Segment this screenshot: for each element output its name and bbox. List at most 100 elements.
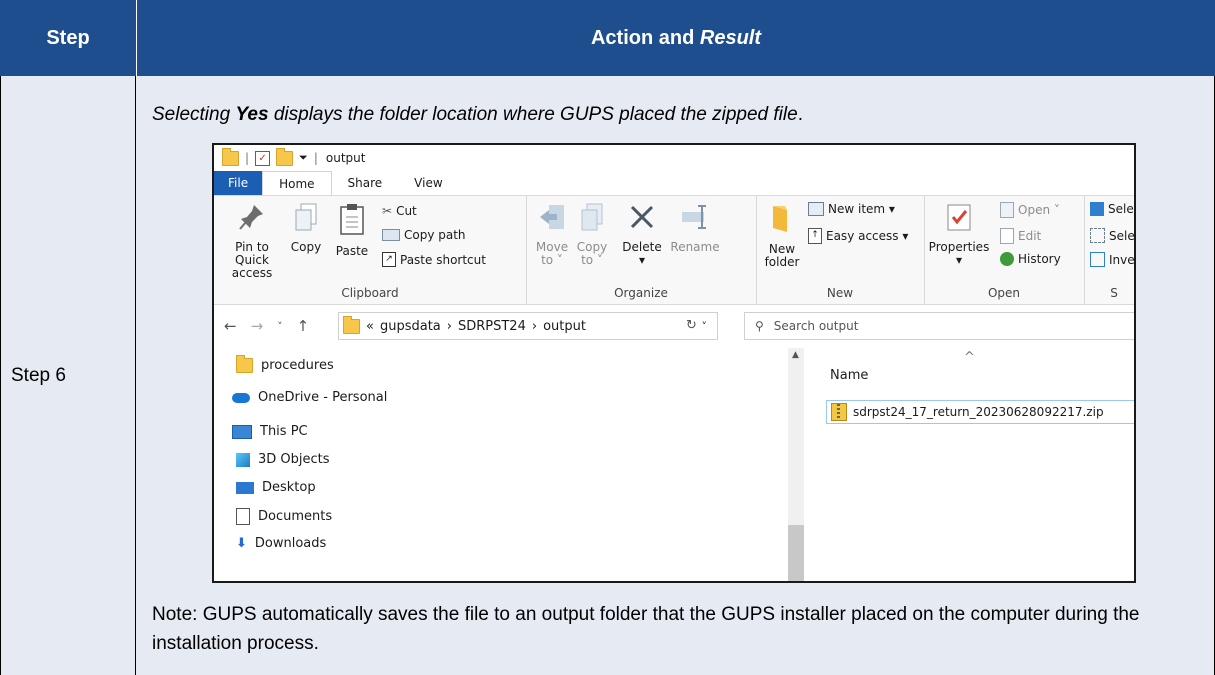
tab-share[interactable]: Share (332, 171, 399, 195)
tab-file[interactable]: File (214, 171, 263, 195)
nav-item-documents[interactable]: Documents (236, 508, 332, 525)
new-item-button[interactable]: New item ▾ (808, 202, 895, 216)
open-group-label: Open (987, 286, 1021, 300)
nav-item-onedrive[interactable]: OneDrive - Personal (232, 390, 387, 405)
separator: | (313, 151, 318, 165)
header-action-italic: Result (699, 26, 761, 49)
breadcrumb-chevron[interactable]: › (532, 319, 537, 334)
nav-label: Downloads (254, 536, 327, 551)
intro-before: Selecting (152, 104, 236, 125)
breadcrumb-output[interactable]: output (543, 319, 586, 334)
delete-button[interactable]: Delete ▾ (618, 202, 666, 267)
scroll-up-icon[interactable]: ▲ (792, 350, 799, 360)
history-label: History (1018, 252, 1061, 266)
paste-shortcut-button[interactable]: ↗ Paste shortcut (382, 252, 486, 267)
up-arrow-icon[interactable]: ↑ (297, 317, 310, 335)
new-folder-icon[interactable] (276, 147, 294, 166)
properties-check-icon[interactable]: ✓ (255, 150, 271, 166)
edit-button[interactable]: Edit (1000, 228, 1041, 244)
delete-x-icon (630, 205, 654, 229)
nav-label: Documents (258, 509, 333, 524)
desktop-icon (236, 481, 254, 494)
refresh-icon[interactable]: ↻ (686, 318, 697, 333)
file-explorer-window: | ✓ ⏷ | output File Home Share View Pin … (212, 143, 1136, 583)
folder-icon[interactable] (222, 147, 239, 166)
file-row[interactable]: sdrpst24_17_return_20230628092217.zip (826, 400, 1134, 424)
copy-to-button[interactable]: Copy to ˅ (574, 202, 610, 267)
cut-button[interactable]: ✂ Cut (382, 204, 417, 218)
properties-icon (947, 204, 971, 231)
nav-label: OneDrive - Personal (258, 390, 388, 405)
properties-button[interactable]: Properties ▾ (926, 202, 992, 267)
open-button[interactable]: Open ˅ (1000, 202, 1060, 218)
copy-button[interactable]: Copy (286, 202, 326, 254)
back-arrow-icon[interactable]: ← (224, 317, 237, 335)
invert-selection-label: Inve (1109, 252, 1135, 267)
documents-icon (236, 508, 250, 525)
pin-to-quick-access-button[interactable]: Pin to Quick access (220, 202, 284, 280)
organize-group-label: Organize (614, 286, 668, 300)
tab-view[interactable]: View (398, 171, 458, 195)
column-header-name[interactable]: Name (830, 368, 868, 383)
nav-item-procedures[interactable]: procedures (236, 355, 334, 373)
edit-icon (1000, 228, 1014, 244)
forward-arrow-icon[interactable]: → (251, 317, 264, 335)
cut-label: Cut (396, 204, 417, 218)
invert-selection-icon (1090, 252, 1105, 267)
select-all-icon (1090, 202, 1104, 216)
ribbon: Pin to Quick access Copy Paste ✂ Cut Cop… (214, 195, 1134, 305)
new-folder-button[interactable]: New folder (762, 202, 802, 269)
nav-scrollbar-thumb[interactable] (788, 525, 804, 581)
tab-home[interactable]: Home (262, 171, 332, 195)
paste-button[interactable]: Paste (330, 202, 374, 258)
nav-item-this-pc[interactable]: This PC (232, 424, 308, 439)
note-text: Note: GUPS automatically saves the file … (152, 604, 1140, 654)
new-group-label: New (826, 286, 854, 300)
nav-label: This PC (260, 424, 308, 439)
rename-button[interactable]: Rename (668, 202, 722, 254)
action-cell: Selecting Yes displays the folder locati… (136, 76, 1215, 675)
intro-bold: Yes (235, 104, 269, 125)
copy-path-button[interactable]: Copy path (382, 228, 466, 242)
history-icon (1000, 252, 1014, 266)
breadcrumb-gupsdata[interactable]: gupsdata (380, 319, 441, 334)
invert-selection-button[interactable]: Inve (1090, 252, 1135, 267)
select-group-label: S (1110, 286, 1118, 300)
open-label: Open ˅ (1018, 203, 1060, 217)
customize-dropdown-icon[interactable]: ⏷ (299, 151, 308, 165)
move-to-button[interactable]: Move to ˅ (534, 202, 570, 267)
move-to-label-2: to ˅ (541, 253, 563, 267)
address-dropdown-icon[interactable]: ˅ (702, 320, 708, 333)
edit-label: Edit (1018, 229, 1042, 243)
paste-shortcut-icon: ↗ (382, 252, 396, 267)
address-folder-icon (343, 315, 360, 334)
nav-item-desktop[interactable]: Desktop (236, 480, 316, 495)
pin-label-1: Pin to Quick (235, 240, 269, 267)
nav-label: procedures (261, 358, 334, 373)
folder-icon (236, 355, 253, 373)
address-overflow[interactable]: « (366, 319, 374, 334)
new-item-icon (808, 202, 824, 216)
select-all-button[interactable]: Sele (1090, 202, 1134, 216)
nav-item-downloads[interactable]: ⬇ Downloads (236, 536, 326, 551)
select-none-icon (1090, 228, 1105, 243)
copy-path-icon (382, 229, 400, 241)
easy-access-button[interactable]: ↑ Easy access ▾ (808, 228, 908, 244)
step-label: Step 6 (11, 364, 66, 386)
breadcrumb-chevron[interactable]: › (447, 319, 452, 334)
search-icon: ⚲ (755, 319, 764, 333)
select-none-button[interactable]: Sele (1090, 228, 1134, 243)
intro-sentence: Selecting Yes displays the folder locati… (152, 104, 803, 126)
copy-to-label-2: to ˅ (581, 253, 603, 267)
open-icon (1000, 202, 1014, 218)
history-button[interactable]: History (1000, 252, 1061, 266)
address-bar[interactable]: « gupsdata › SDRPST24 › output ˅ (338, 312, 718, 340)
sort-caret-icon: ^ (964, 350, 975, 365)
nav-buttons: ← → ˅ ↑ (214, 317, 309, 335)
recent-dropdown-icon[interactable]: ˅ (277, 320, 283, 333)
paste-shortcut-label: Paste shortcut (400, 252, 486, 267)
search-box[interactable]: ⚲ Search output (744, 312, 1134, 340)
breadcrumb-sdrpst24[interactable]: SDRPST24 (458, 319, 526, 334)
nav-item-3d-objects[interactable]: 3D Objects (236, 452, 330, 467)
separator: | (245, 151, 250, 165)
